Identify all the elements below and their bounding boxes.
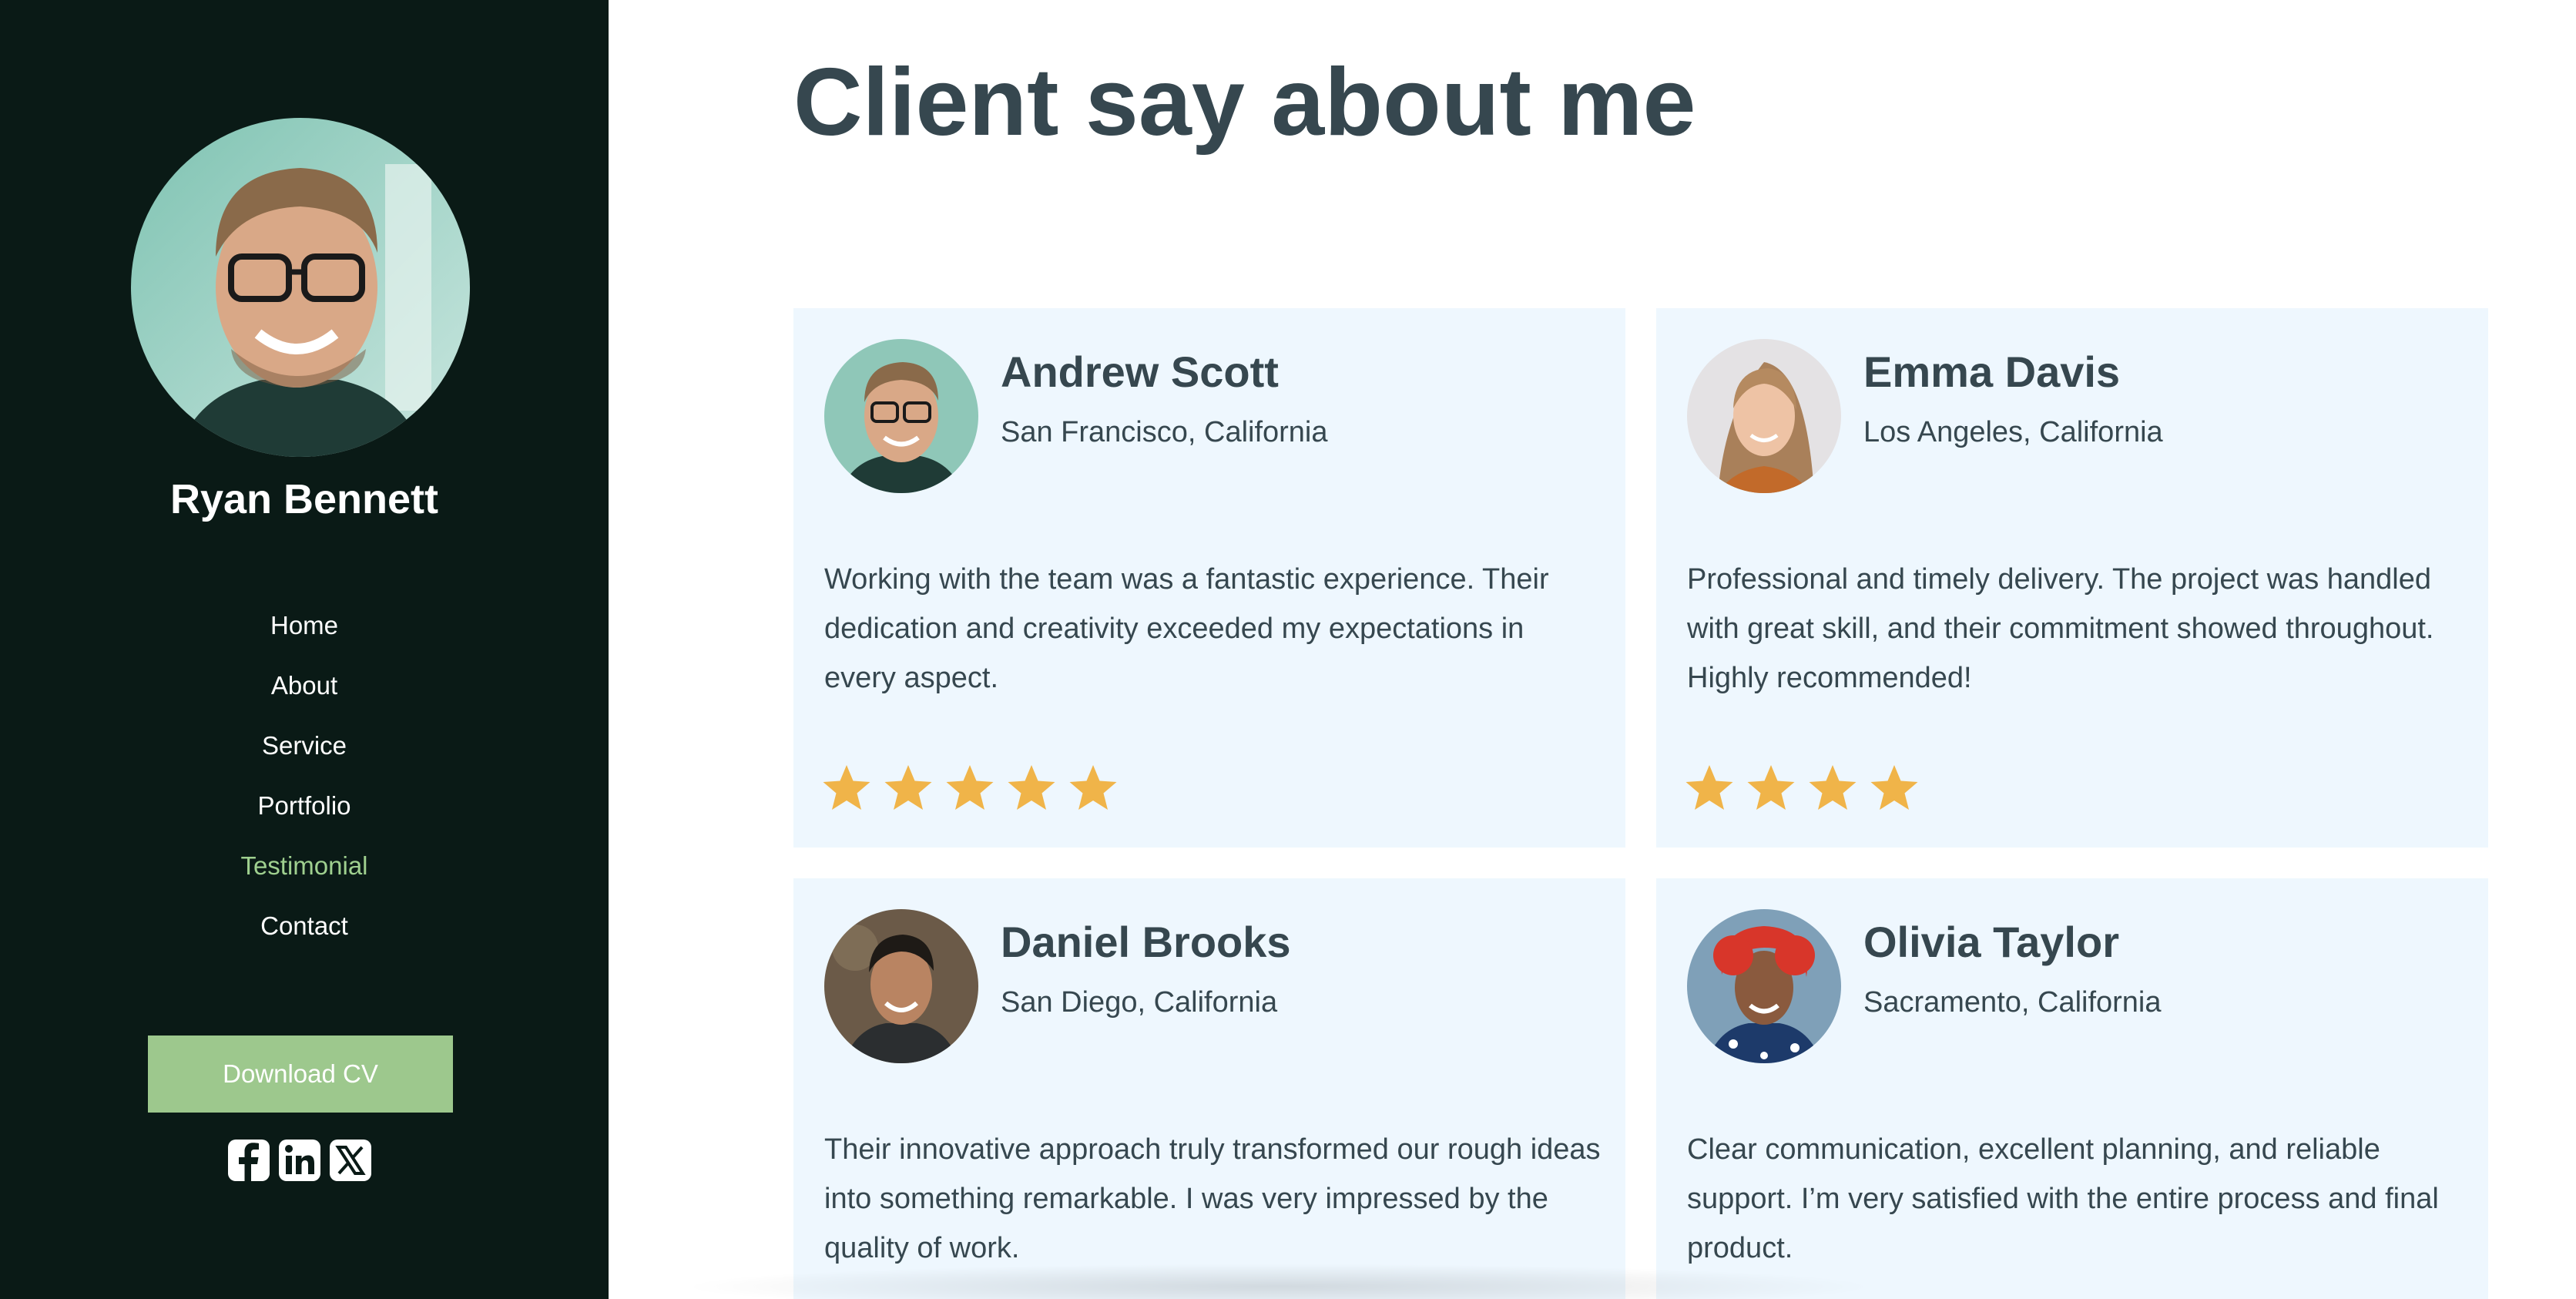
main-nav: Home About Service Portfolio Testimonial… [0,607,609,968]
nav-about[interactable]: About [0,667,609,727]
testimonial-card: Emma Davis Los Angeles, California Profe… [1656,308,2488,848]
testimonial-quote: Clear communication, excellent planning,… [1687,1133,2439,1264]
star-icon [946,765,994,810]
page-title: Client say about me [793,49,1696,156]
client-location: Los Angeles, California [1863,416,2163,448]
sidebar: Ryan Bennett Home About Service Portfoli… [0,0,609,1299]
facebook-icon[interactable] [226,1138,271,1183]
nav-portfolio[interactable]: Portfolio [0,787,609,848]
client-avatar [824,909,978,1063]
star-icon [1747,765,1795,810]
testimonial-quote: Working with the team was a fantastic ex… [824,563,1549,694]
star-icon [1008,765,1055,810]
client-location: Sacramento, California [1863,986,2162,1019]
social-links [226,1138,373,1183]
client-avatar [1687,909,1841,1063]
testimonial-card: Andrew Scott San Francisco, California W… [793,308,1625,848]
profile-name: Ryan Bennett [169,476,439,522]
nav-testimonial[interactable]: Testimonial [0,848,609,908]
client-name: Andrew Scott [1001,347,1279,396]
client-name: Emma Davis [1863,347,2121,396]
client-name: Olivia Taylor [1863,918,2119,966]
rating-stars [1684,763,1920,814]
linkedin-icon[interactable] [277,1138,322,1183]
client-avatar [824,339,978,493]
client-location: San Francisco, California [1001,416,1328,448]
star-icon [1870,765,1918,810]
star-icon [823,765,870,810]
nav-service[interactable]: Service [0,727,609,787]
testimonial-quote: Their innovative approach truly transfor… [824,1133,1601,1264]
x-icon[interactable] [328,1138,373,1183]
profile-avatar [131,118,470,457]
star-icon [1685,765,1733,810]
testimonial-card: Olivia Taylor Sacramento, California Cle… [1656,878,2488,1299]
nav-contact[interactable]: Contact [0,908,609,968]
client-avatar [1687,339,1841,493]
rating-stars [821,763,1119,814]
scroll-shadow [678,1264,1880,1299]
star-icon [1809,765,1857,810]
testimonial-card: Daniel Brooks San Diego, California Thei… [793,878,1625,1299]
nav-home[interactable]: Home [0,607,609,667]
download-cv-button[interactable]: Download CV [148,1036,453,1113]
testimonial-quote: Professional and timely delivery. The pr… [1687,563,2434,694]
star-icon [884,765,932,810]
client-location: San Diego, California [1001,986,1278,1019]
client-name: Daniel Brooks [1001,918,1291,966]
star-icon [1069,765,1117,810]
